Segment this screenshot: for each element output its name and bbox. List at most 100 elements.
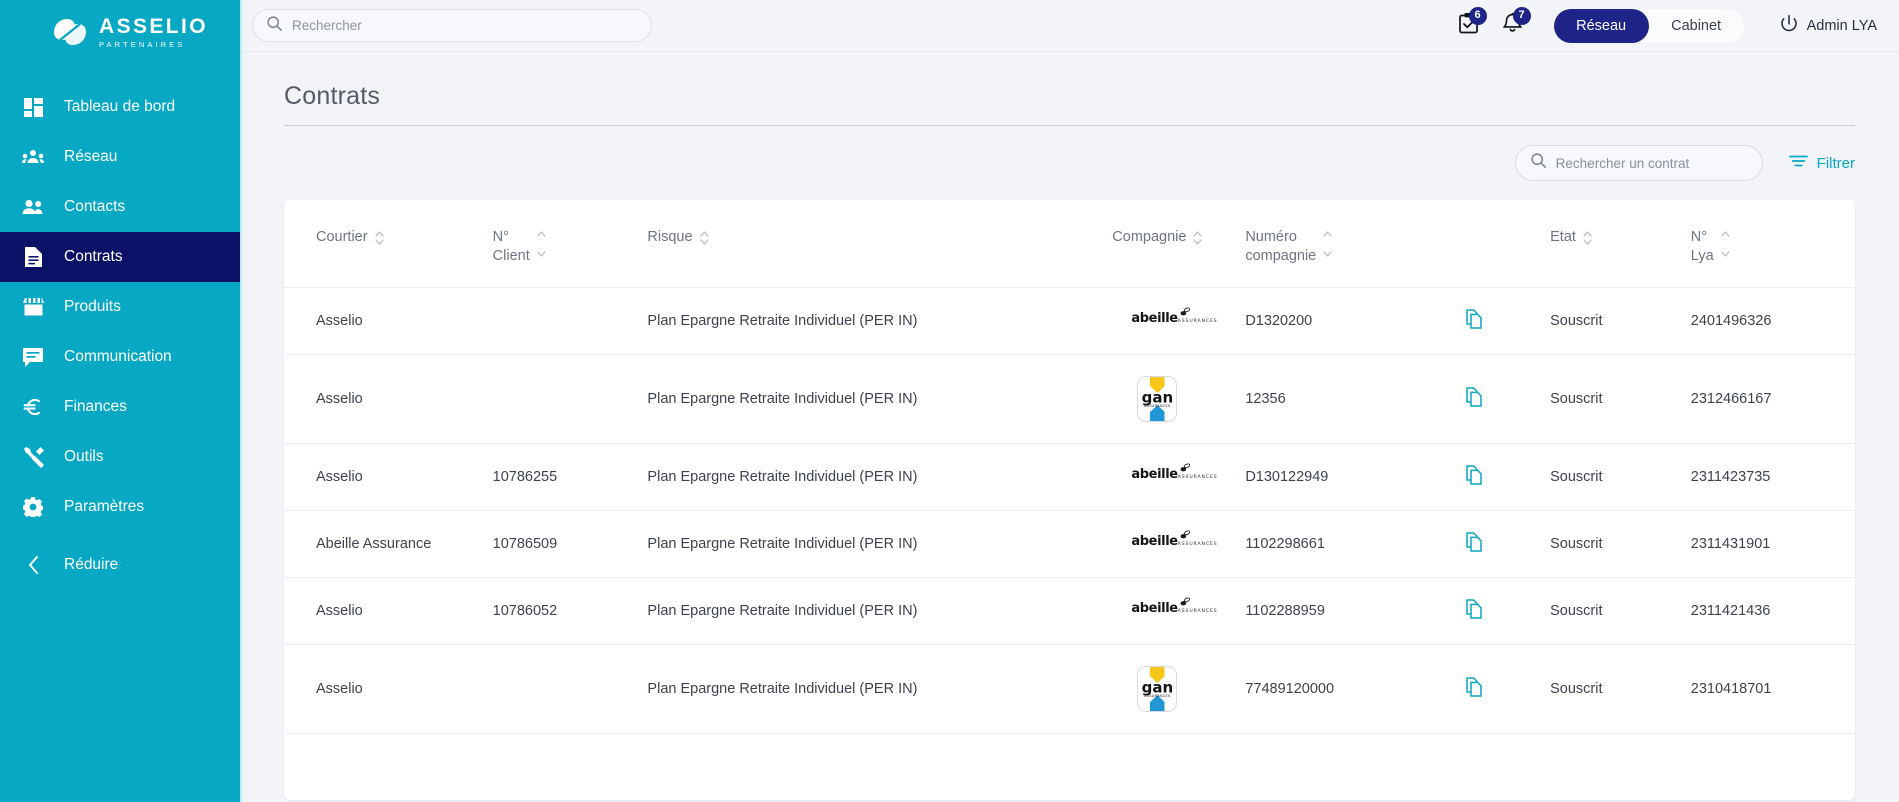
euro-icon — [22, 396, 44, 418]
cell-numero-lya: 2311423735 — [1690, 443, 1855, 512]
cell-copy-action[interactable] — [1465, 510, 1551, 579]
brand-logo[interactable]: ASSELIO PARTENAIRES — [0, 0, 240, 64]
table-row[interactable]: Asselio Plan Epargne Retraite Individuel … — [284, 287, 1855, 356]
dashboard-icon — [22, 96, 44, 118]
copy-document-icon[interactable] — [1465, 309, 1483, 333]
sidebar-item-contacts[interactable]: Contacts — [0, 182, 240, 232]
sidebar-item-contrats[interactable]: Contrats — [0, 232, 240, 282]
cell-numero-client — [492, 354, 648, 445]
copy-document-icon[interactable] — [1465, 465, 1483, 489]
top-bar-right: 6 7 Réseau Cabinet Admin LYA — [1450, 6, 1877, 43]
cell-copy-action[interactable] — [1465, 577, 1551, 646]
document-icon — [22, 246, 44, 268]
contract-search-input[interactable]: Rechercher un contrat — [1514, 145, 1763, 181]
cell-numero-compagnie: 12356 — [1245, 354, 1466, 445]
user-menu[interactable]: Admin LYA — [1780, 14, 1877, 37]
sidebar-item-produits[interactable]: Produits — [0, 282, 240, 332]
sidebar-item-tableau-de-bord[interactable]: Tableau de bord — [0, 82, 240, 132]
column-header-numero-compagnie[interactable]: Numéro compagnie — [1245, 200, 1465, 288]
content-area: Contrats Rechercher un contrat Filtrer C… — [240, 52, 1899, 802]
table-row[interactable]: Asselio 10786255 Plan Epargne Retraite Ind… — [284, 443, 1855, 512]
column-header-compagnie[interactable]: Compagnie — [1069, 200, 1245, 288]
table-row[interactable]: Asselio Plan Epargne Retraite Individuel … — [284, 354, 1855, 445]
tasks-badge: 6 — [1468, 6, 1487, 25]
cell-courtier: Asselio — [284, 577, 493, 646]
column-header-risque[interactable]: Risque — [647, 200, 1069, 288]
cell-risque: Plan Epargne Retraite Individuel (PER IN… — [647, 443, 1070, 512]
copy-document-icon[interactable] — [1465, 677, 1483, 701]
column-label-numero-line1: Numéro — [1245, 229, 1297, 245]
cell-numero-compagnie: D130122949 — [1245, 443, 1466, 512]
sort-toggle-risque[interactable] — [699, 228, 709, 245]
column-header-courtier[interactable]: Courtier — [284, 200, 493, 288]
sidebar-item-label: Communication — [64, 348, 172, 366]
filter-button[interactable]: Filtrer — [1788, 154, 1855, 172]
sort-toggle-etat[interactable] — [1583, 228, 1592, 245]
table-body: Asselio Plan Epargne Retraite Individuel … — [284, 287, 1855, 735]
sidebar-edge-divider — [240, 0, 242, 802]
cell-copy-action[interactable] — [1465, 354, 1551, 445]
network-people-icon — [22, 146, 44, 168]
sort-toggle-numero-client[interactable] — [537, 228, 546, 257]
column-label-courtier: Courtier — [316, 229, 368, 245]
cell-numero-lya: 2401496326 — [1690, 287, 1855, 356]
cell-numero-client — [492, 287, 648, 356]
sort-toggle-numero-lya[interactable] — [1721, 228, 1730, 257]
column-label-client-line2: Client — [492, 247, 530, 264]
sidebar-item-parametres[interactable]: Paramètres — [0, 482, 240, 532]
notifications-badge: 7 — [1512, 6, 1531, 25]
cell-numero-client: 10786052 — [492, 577, 648, 646]
tab-reseau[interactable]: Réseau — [1553, 8, 1649, 43]
cell-copy-action[interactable] — [1465, 287, 1551, 356]
copy-document-icon[interactable] — [1465, 387, 1483, 411]
cell-copy-action[interactable] — [1465, 644, 1551, 735]
sidebar-item-label: Finances — [64, 398, 127, 416]
column-header-etat[interactable]: Etat — [1550, 200, 1691, 288]
cell-compagnie: gan ASSURANCES — [1069, 644, 1246, 735]
cell-risque: Plan Epargne Retraite Individuel (PER IN… — [647, 287, 1070, 356]
asselio-logo-icon — [52, 18, 88, 46]
table-row[interactable]: Asselio Plan Epargne Retraite Individuel … — [284, 644, 1855, 735]
table-row[interactable]: Abeille Assurance 10786509 Plan Epargne Re… — [284, 510, 1855, 579]
cell-courtier: Abeille Assurance — [284, 510, 493, 579]
sort-toggle-numero-compagnie[interactable] — [1323, 228, 1332, 257]
cell-compagnie: gan ASSURANCES — [1069, 354, 1246, 445]
cell-courtier: Asselio — [284, 287, 493, 356]
sidebar-item-label: Outils — [64, 448, 104, 466]
cell-numero-lya: 2310418701 — [1690, 644, 1855, 735]
store-icon — [22, 296, 44, 318]
page-header: Contrats — [284, 52, 1855, 126]
sidebar-item-finances[interactable]: Finances — [0, 382, 240, 432]
cell-etat: Souscrit — [1550, 577, 1691, 646]
notifications-button[interactable]: 7 — [1494, 6, 1532, 43]
global-search-input[interactable]: Rechercher — [252, 9, 652, 42]
sidebar-item-outils[interactable]: Outils — [0, 432, 240, 482]
search-icon — [267, 15, 282, 36]
cell-courtier: Asselio — [284, 644, 493, 735]
cell-risque: Plan Epargne Retraite Individuel (PER IN… — [647, 644, 1070, 735]
table-row[interactable]: Asselio 10786052 Plan Epargne Retraite Ind… — [284, 577, 1855, 646]
search-icon — [1531, 153, 1546, 173]
contract-search-placeholder: Rechercher un contrat — [1555, 155, 1690, 171]
cell-compagnie: abeilleASSURANCES — [1069, 443, 1246, 512]
cell-copy-action[interactable] — [1465, 443, 1551, 512]
copy-document-icon[interactable] — [1465, 532, 1483, 556]
abeille-assurances-logo-icon: abeilleASSURANCES — [1131, 597, 1217, 622]
sidebar-item-reseau[interactable]: Réseau — [0, 132, 240, 182]
column-header-numero-lya[interactable]: N° Lya — [1691, 200, 1855, 288]
sort-toggle-compagnie[interactable] — [1193, 228, 1203, 245]
cell-numero-compagnie: 1102288959 — [1245, 577, 1466, 646]
cell-etat: Souscrit — [1550, 443, 1691, 512]
chevron-left-icon — [22, 554, 44, 576]
gan-assurances-logo-icon: gan ASSURANCES — [1137, 666, 1178, 713]
copy-document-icon[interactable] — [1465, 599, 1483, 623]
column-header-numero-client[interactable]: N° Client — [493, 200, 648, 288]
sidebar-collapse-button[interactable]: Réduire — [0, 540, 240, 590]
sort-toggle-courtier[interactable] — [374, 228, 384, 245]
tab-cabinet[interactable]: Cabinet — [1649, 9, 1744, 43]
tasks-button[interactable]: 6 — [1450, 6, 1488, 43]
power-icon — [1780, 14, 1798, 37]
sidebar-item-communication[interactable]: Communication — [0, 332, 240, 382]
sidebar-item-label: Contrats — [64, 248, 123, 266]
table-header-row: Courtier N° Client Risque Compagnie Numé… — [284, 200, 1855, 288]
